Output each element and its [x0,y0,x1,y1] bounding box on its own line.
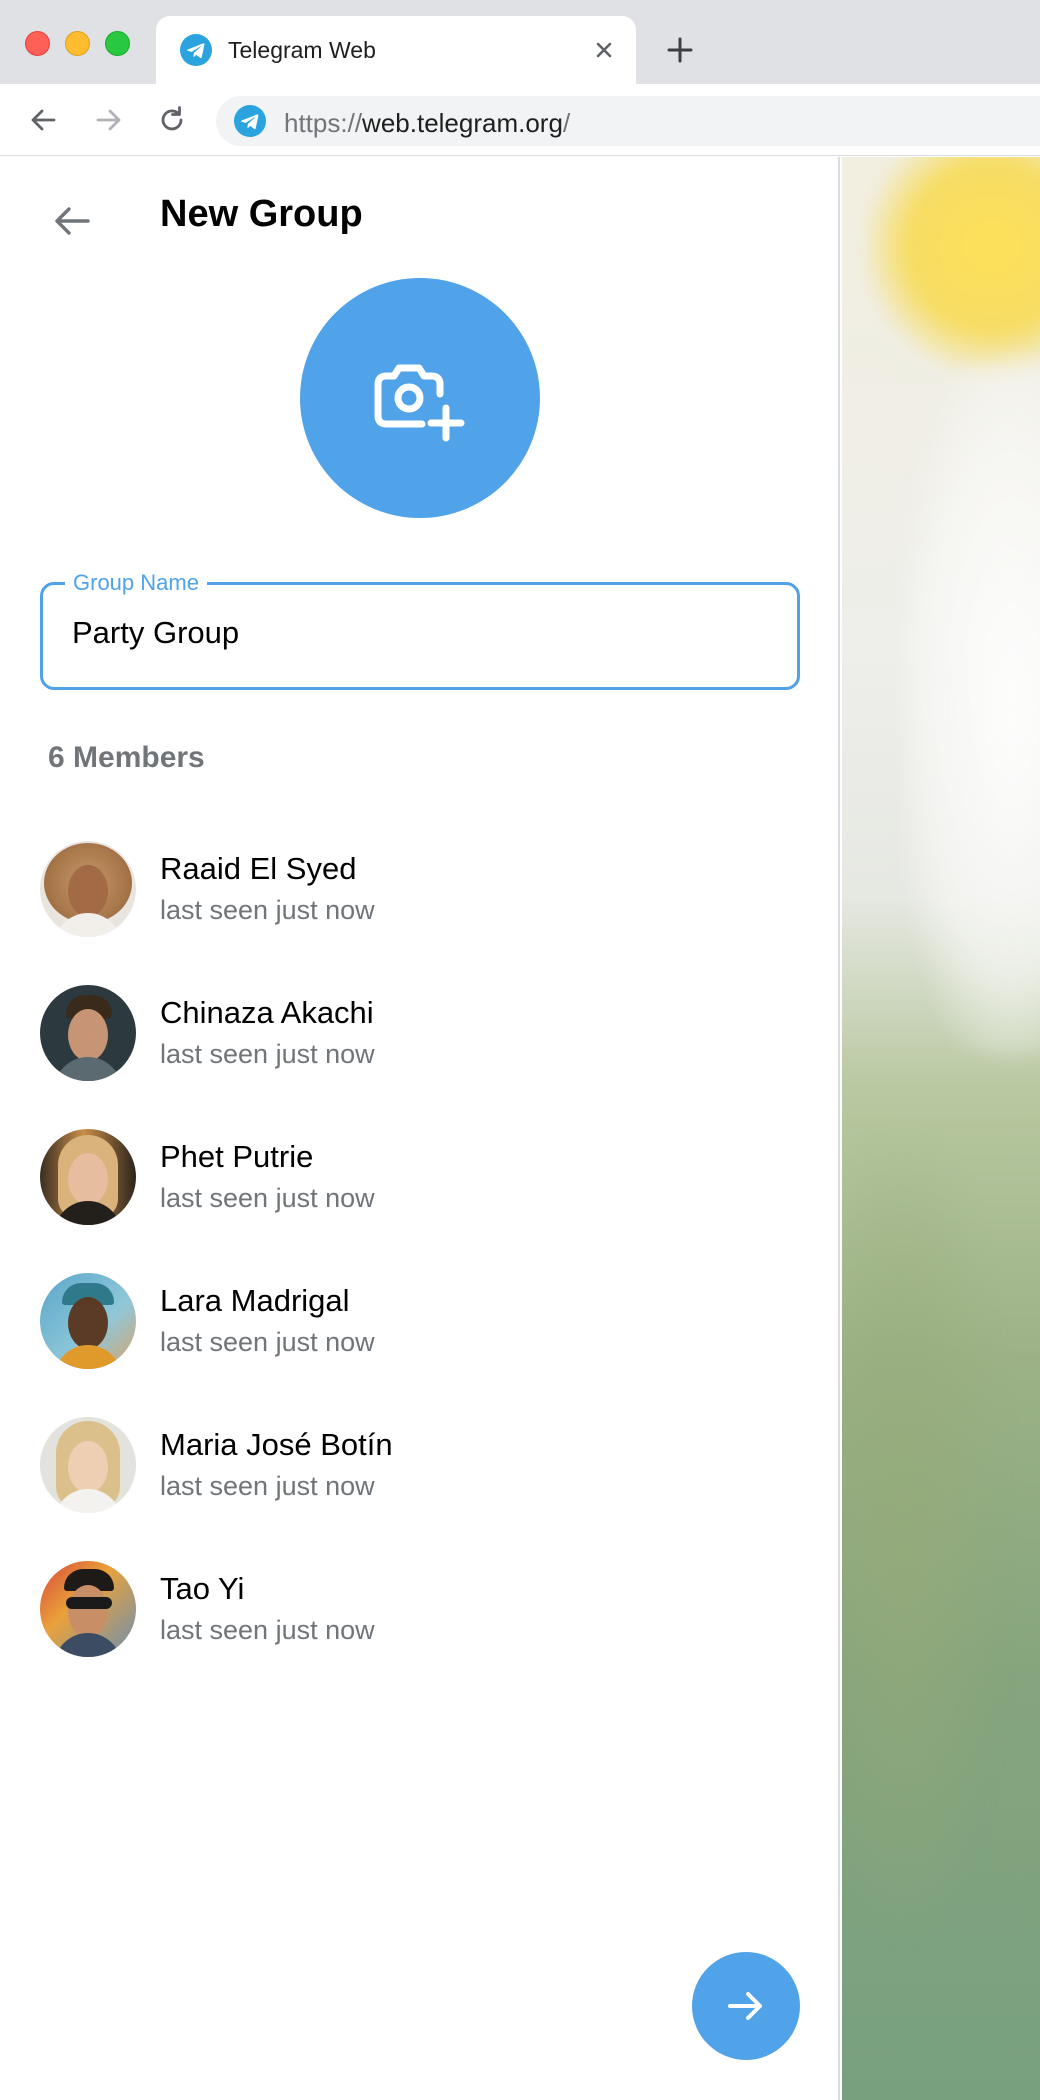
page-title: New Group [160,193,363,235]
avatar [40,1561,136,1657]
list-item[interactable]: Chinaza Akachi last seen just now [40,985,800,1085]
telegram-logo-icon [180,34,212,66]
avatar [40,1417,136,1513]
arrow-left-icon[interactable] [48,197,96,245]
address-bar[interactable]: https://web.telegram.org/ [216,96,1040,146]
window-close-button[interactable] [25,31,50,56]
plus-icon[interactable] [664,34,696,66]
url-scheme: https:// [284,108,363,138]
url-text: https://web.telegram.org/ [284,108,570,139]
member-name: Lara Madrigal [160,1283,350,1318]
browser-tab-bar: Telegram Web [0,0,1040,84]
telegram-logo-icon [234,105,266,137]
browser-tab[interactable]: Telegram Web [156,16,636,84]
member-status: last seen just now [160,895,375,925]
member-status: last seen just now [160,1039,375,1069]
group-photo-button[interactable] [300,278,540,518]
member-status: last seen just now [160,1327,375,1357]
member-name: Chinaza Akachi [160,995,374,1030]
arrow-right-icon[interactable] [90,102,126,138]
next-button[interactable] [692,1952,800,2060]
group-name-label: Group Name [65,571,207,595]
member-name: Tao Yi [160,1571,245,1606]
member-status: last seen just now [160,1183,375,1213]
list-item[interactable]: Phet Putrie last seen just now [40,1129,800,1229]
member-name: Raaid El Syed [160,851,357,886]
member-status: last seen just now [160,1615,375,1645]
member-status: last seen just now [160,1471,375,1501]
group-name-field[interactable]: Group Name Party Group [40,571,800,690]
chat-wallpaper [842,157,1040,2100]
group-name-input[interactable]: Party Group [72,615,239,651]
url-path: / [562,108,571,138]
close-icon[interactable] [590,36,618,64]
wallpaper-flower [862,157,1040,377]
arrow-left-icon[interactable] [26,102,62,138]
avatar [40,1273,136,1369]
member-name: Phet Putrie [160,1139,314,1174]
list-item[interactable]: Raaid El Syed last seen just now [40,841,800,941]
members-count: 6 Members [48,741,205,774]
window-minimize-button[interactable] [65,31,90,56]
arrow-right-icon [728,1992,762,2020]
avatar [40,985,136,1081]
avatar [40,841,136,937]
new-group-panel: New Group Group Name Party Group 6 Membe… [0,157,840,2100]
window-maximize-button[interactable] [105,31,130,56]
wallpaper-foliage [842,1137,1002,1937]
camera-add-icon [374,364,465,442]
list-item[interactable]: Tao Yi last seen just now [40,1561,800,1661]
list-item[interactable]: Maria José Botín last seen just now [40,1417,800,1517]
wallpaper-petal [902,357,1040,1057]
list-item[interactable]: Lara Madrigal last seen just now [40,1273,800,1373]
reload-icon[interactable] [154,102,190,138]
browser-toolbar: https://web.telegram.org/ [0,84,1040,156]
tab-title: Telegram Web [228,37,376,63]
member-name: Maria José Botín [160,1427,393,1462]
avatar [40,1129,136,1225]
url-host: web.telegram.org [362,108,563,138]
